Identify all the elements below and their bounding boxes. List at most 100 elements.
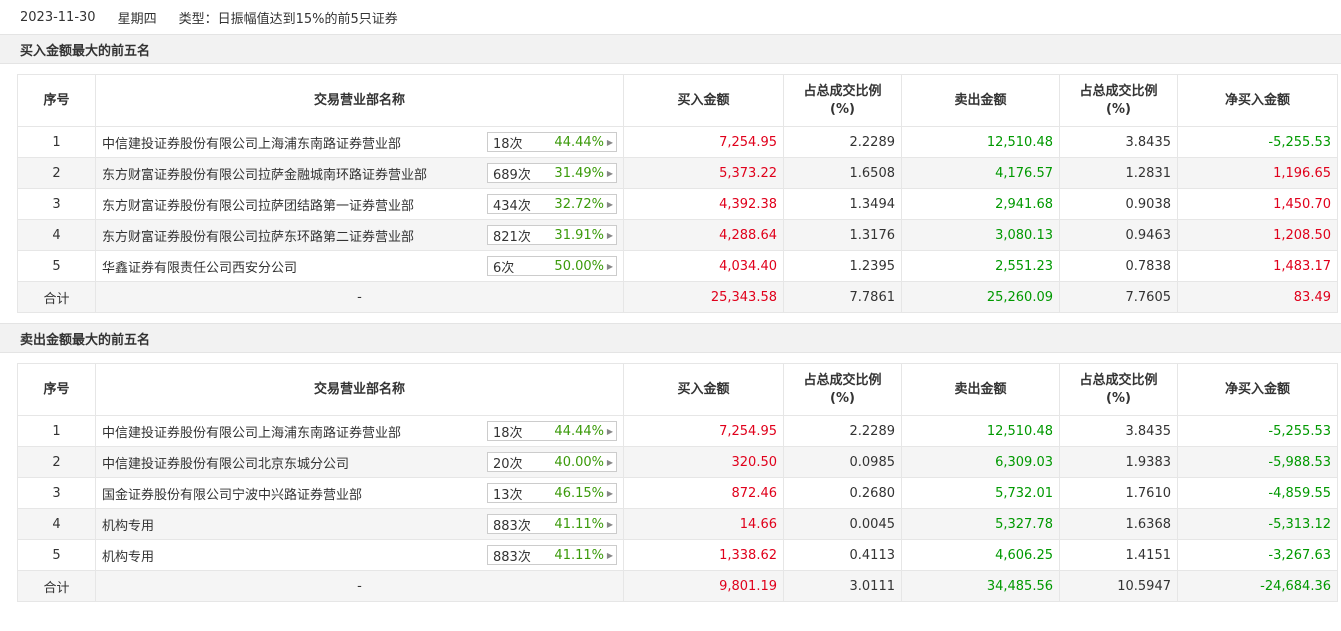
table-row: 4 机构专用 883次 41.11% ▶ 14.66 0.0045 5,327.78 1.636… [17,508,1338,540]
dept-stats-badge[interactable]: 18次 44.44% ▶ [487,421,617,441]
total-label: 合计 [17,570,96,602]
dept-name-link[interactable]: 机构专用 [102,546,154,565]
dept-cell: 机构专用 883次 41.11% ▶ [95,508,624,540]
dept-name-link[interactable]: 中信建投证券股份有限公司上海浦东南路证券营业部 [102,422,401,441]
caret-right-icon: ▶ [606,137,614,147]
dept-stats-badge[interactable]: 18次 44.44% ▶ [487,132,617,152]
sell-ratio: 0.9038 [1059,188,1178,220]
buy-amount: 4,392.38 [623,188,784,220]
buy-ratio: 1.6508 [783,157,902,189]
table-row: 1 中信建投证券股份有限公司上海浦东南路证券营业部 18次 44.44% ▶ 7,254.… [17,415,1338,447]
col-buy-ratio: 占总成交比例 (%) [783,363,902,416]
buy-amount: 14.66 [623,508,784,540]
net-amount: -5,988.53 [1177,446,1338,478]
caret-right-icon: ▶ [606,488,614,498]
row-no: 5 [17,250,96,282]
dept-stats-badge[interactable]: 883次 41.11% ▶ [487,545,617,565]
caret-right-icon: ▶ [606,168,614,178]
buy-amount: 4,288.64 [623,219,784,251]
buy-ratio: 2.2289 [783,126,902,158]
dept-stats-badge[interactable]: 821次 31.91% ▶ [487,225,617,245]
sell-ratio: 1.4151 [1059,539,1178,571]
total-net: 83.49 [1177,281,1338,313]
buy-ratio: 1.3494 [783,188,902,220]
sell-amount: 4,176.57 [901,157,1060,189]
dept-stats-badge[interactable]: 13次 46.15% ▶ [487,483,617,503]
row-no: 2 [17,157,96,189]
dept-stats-badge[interactable]: 883次 41.11% ▶ [487,514,617,534]
caret-right-icon: ▶ [606,261,614,271]
sell-amount: 5,327.78 [901,508,1060,540]
dept-stats-badge[interactable]: 6次 50.00% ▶ [487,256,617,276]
dept-name-link[interactable]: 东方财富证券股份有限公司拉萨金融城南环路证券营业部 [102,164,427,183]
weekday: 星期四 [117,11,157,27]
dept-cell: 机构专用 883次 41.11% ▶ [95,539,624,571]
table-row: 5 机构专用 883次 41.11% ▶ 1,338.62 0.4113 4,606.25 1.… [17,539,1338,571]
win-rate: 44.44% [554,134,604,150]
dept-name-link[interactable]: 中信建投证券股份有限公司北京东城分公司 [102,453,349,472]
dept-stats-badge[interactable]: 434次 32.72% ▶ [487,194,617,214]
table-row: 4 东方财富证券股份有限公司拉萨东环路第二证券营业部 821次 31.91% ▶ 4,28… [17,219,1338,251]
dept-name-link[interactable]: 东方财富证券股份有限公司拉萨东环路第二证券营业部 [102,226,414,245]
dept-cell: 东方财富证券股份有限公司拉萨团结路第一证券营业部 434次 32.72% ▶ [95,188,624,220]
dept-name-link[interactable]: 东方财富证券股份有限公司拉萨团结路第一证券营业部 [102,195,414,214]
sell-amount: 5,732.01 [901,477,1060,509]
trade-date: 2023-11-30 [20,9,96,25]
net-amount: 1,450.70 [1177,188,1338,220]
row-no: 1 [17,126,96,158]
buy-amount: 872.46 [623,477,784,509]
dept-name-link[interactable]: 机构专用 [102,515,154,534]
total-dept: - [95,281,624,313]
total-row: 合计 -9,801.19 3.0111 34,485.56 10.5947 -24,684… [17,570,1338,602]
col-buy: 买入金额 [623,363,784,416]
listing-count: 18次 [493,425,523,441]
net-amount: -3,267.63 [1177,539,1338,571]
col-dept: 交易营业部名称 [95,363,624,416]
sell-ratio: 1.7610 [1059,477,1178,509]
total-buy-ratio: 3.0111 [783,570,902,602]
win-rate: 31.49% [554,165,604,181]
sell-ratio: 0.9463 [1059,219,1178,251]
dept-stats-badge[interactable]: 20次 40.00% ▶ [487,452,617,472]
dept-name-link[interactable]: 中信建投证券股份有限公司上海浦东南路证券营业部 [102,133,401,152]
sell-amount: 6,309.03 [901,446,1060,478]
sell-amount: 12,510.48 [901,415,1060,447]
total-label: 合计 [17,281,96,313]
net-amount: 1,196.65 [1177,157,1338,189]
dept-name-link[interactable]: 华鑫证券有限责任公司西安分公司 [102,257,297,276]
sell-ratio: 3.8435 [1059,126,1178,158]
row-no: 2 [17,446,96,478]
sell-section-title: 卖出金额最大的前五名 [0,323,1341,353]
table-row: 2 中信建投证券股份有限公司北京东城分公司 20次 40.00% ▶ 320.50 0.09… [17,446,1338,478]
total-dept: - [95,570,624,602]
col-sell-ratio: 占总成交比例 (%) [1059,74,1178,127]
sell-ratio: 3.8435 [1059,415,1178,447]
table-row: 5 华鑫证券有限责任公司西安分公司 6次 50.00% ▶ 4,034.40 1.2395 2… [17,250,1338,282]
list-type: 类型：日振幅值达到15%的前5只证券 [178,11,398,27]
buy-ratio: 2.2289 [783,415,902,447]
listing-count: 18次 [493,136,523,152]
buy-amount: 320.50 [623,446,784,478]
win-rate: 50.00% [554,258,604,274]
buy-amount: 7,254.95 [623,415,784,447]
row-no: 5 [17,539,96,571]
listing-count: 689次 [493,167,531,183]
col-sell-ratio: 占总成交比例 (%) [1059,363,1178,416]
col-buy-ratio: 占总成交比例 (%) [783,74,902,127]
dept-cell: 中信建投证券股份有限公司上海浦东南路证券营业部 18次 44.44% ▶ [95,126,624,158]
dept-cell: 中信建投证券股份有限公司上海浦东南路证券营业部 18次 44.44% ▶ [95,415,624,447]
listing-count: 821次 [493,229,531,245]
net-amount: 1,208.50 [1177,219,1338,251]
total-sell-ratio: 10.5947 [1059,570,1178,602]
sell-amount: 4,606.25 [901,539,1060,571]
buy-ratio: 0.2680 [783,477,902,509]
caret-right-icon: ▶ [606,230,614,240]
dept-name-link[interactable]: 国金证券股份有限公司宁波中兴路证券营业部 [102,484,362,503]
col-buy: 买入金额 [623,74,784,127]
net-amount: -5,313.12 [1177,508,1338,540]
listing-count: 20次 [493,456,523,472]
col-dept: 交易营业部名称 [95,74,624,127]
dept-stats-badge[interactable]: 689次 31.49% ▶ [487,163,617,183]
info-bar: 2023-11-30 星期四 类型：日振幅值达到15%的前5只证券 [0,0,1341,34]
table-row: 3 东方财富证券股份有限公司拉萨团结路第一证券营业部 434次 32.72% ▶ 4,39… [17,188,1338,220]
